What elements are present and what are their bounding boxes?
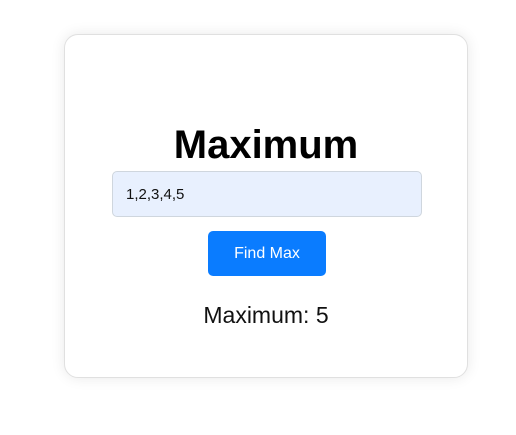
page: Maximum Find Max Maximum: 5 (0, 0, 516, 435)
result-text: Maximum: 5 (203, 302, 329, 328)
page-title: Maximum (173, 123, 359, 167)
find-max-button[interactable]: Find Max (208, 231, 326, 276)
numbers-input[interactable] (112, 171, 422, 217)
max-finder-card: Maximum Find Max Maximum: 5 (64, 34, 468, 378)
